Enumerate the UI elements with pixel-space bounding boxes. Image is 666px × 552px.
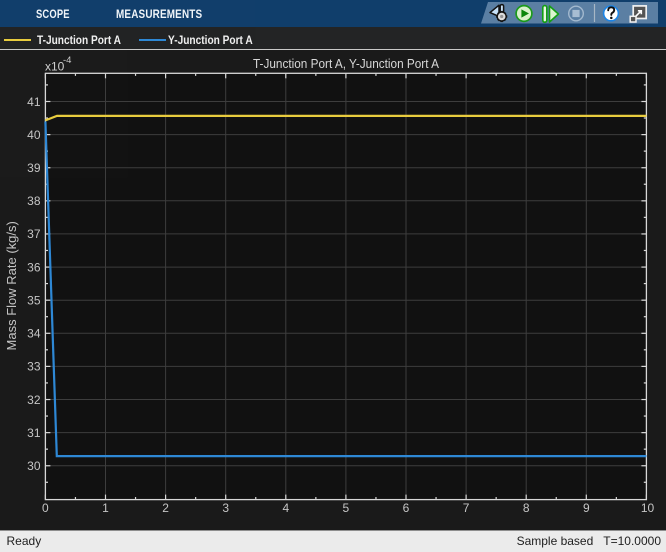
svg-text:7: 7 (463, 501, 470, 515)
svg-text:1: 1 (102, 501, 109, 515)
svg-text:5: 5 (343, 501, 350, 515)
svg-text:36: 36 (27, 260, 41, 274)
svg-text:35: 35 (27, 294, 41, 308)
svg-text:-4: -4 (63, 55, 71, 66)
svg-text:0: 0 (42, 501, 49, 515)
svg-text:39: 39 (27, 161, 41, 175)
svg-text:31: 31 (27, 426, 41, 440)
svg-text:9: 9 (583, 501, 590, 515)
svg-text:4: 4 (282, 501, 289, 515)
svg-text:Mass Flow Rate (kg/s): Mass Flow Rate (kg/s) (4, 221, 19, 350)
svg-text:6: 6 (403, 501, 410, 515)
svg-text:41: 41 (27, 95, 41, 109)
svg-text:30: 30 (27, 459, 41, 473)
svg-text:2: 2 (162, 501, 169, 515)
svg-text:38: 38 (27, 194, 41, 208)
svg-text:10: 10 (641, 501, 655, 515)
svg-text:8: 8 (523, 501, 530, 515)
svg-text:T-Junction Port A, Y-Junction: T-Junction Port A, Y-Junction Port A (253, 57, 440, 71)
svg-text:33: 33 (27, 360, 41, 374)
svg-text:3: 3 (222, 501, 229, 515)
svg-text:34: 34 (27, 327, 41, 341)
svg-text:40: 40 (27, 128, 41, 142)
svg-text:37: 37 (27, 227, 41, 241)
svg-text:32: 32 (27, 393, 41, 407)
svg-text:x10: x10 (45, 59, 65, 73)
